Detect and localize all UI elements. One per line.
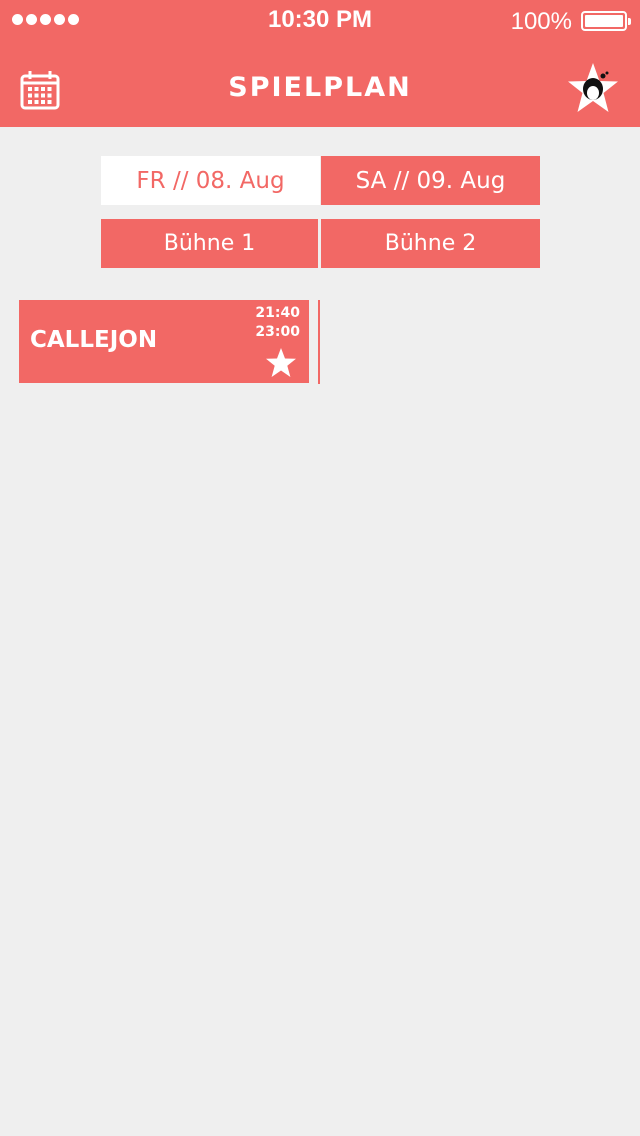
tab-day-saturday[interactable]: SA // 09. Aug	[321, 156, 540, 205]
battery-icon	[581, 11, 631, 31]
tab-stage-2[interactable]: Bühne 2	[321, 219, 540, 268]
favorites-star-avatar-icon	[568, 63, 618, 112]
event-card[interactable]: CALLEJON 21:40 23:00	[19, 300, 309, 383]
event-name: CALLEJON	[30, 327, 158, 353]
favorites-button[interactable]	[566, 62, 620, 114]
star-icon[interactable]	[265, 347, 297, 378]
event-times: 21:40 23:00	[255, 304, 300, 342]
app-header: 10:30 PM 100% SPIELPLAN	[0, 0, 640, 127]
page-title: SPIELPLAN	[228, 72, 412, 103]
tab-day-friday[interactable]: FR // 08. Aug	[101, 156, 320, 205]
timeline-divider	[318, 300, 320, 384]
tab-stage-1[interactable]: Bühne 1	[101, 219, 318, 268]
day-tabs: FR // 08. Aug SA // 09. Aug	[101, 156, 540, 205]
battery-percent: 100%	[510, 8, 572, 35]
event-end-time: 23:00	[255, 324, 300, 340]
event-start-time: 21:40	[255, 305, 300, 321]
status-bar: 10:30 PM 100%	[0, 0, 640, 40]
